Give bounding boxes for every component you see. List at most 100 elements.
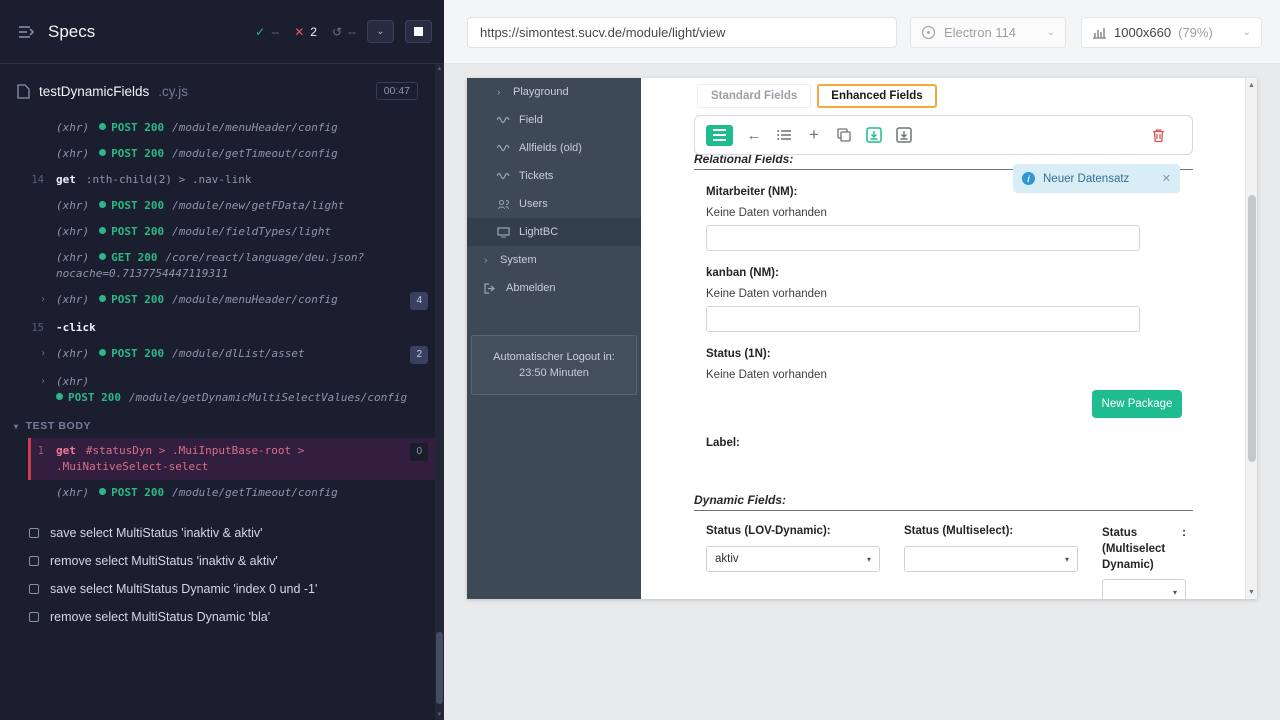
notification-text: Neuer Datensatz <box>1043 173 1129 185</box>
viewport-select[interactable]: 1000x660 (79%) ⌄ <box>1081 17 1262 48</box>
sidebar-item-playground[interactable]: ›Playground <box>467 78 641 106</box>
app-content: Standard Fields Enhanced Fields ← + <box>641 78 1245 599</box>
scrollbar-thumb[interactable] <box>436 632 443 704</box>
pending-tests: save select MultiStatus 'inaktiv & aktiv… <box>0 519 444 631</box>
browser-select[interactable]: Electron 114 ⌄ <box>910 17 1066 48</box>
spec-file-row[interactable]: testDynamicFields.cy.js 00:47 <box>0 77 444 105</box>
chevron-right-icon: › <box>484 255 492 266</box>
add-icon[interactable]: + <box>805 126 823 144</box>
stop-button[interactable] <box>405 20 432 43</box>
expand-chevron-icon[interactable]: › <box>40 346 46 362</box>
pending-stat: ↺-- <box>332 25 356 39</box>
log-entry-command-active[interactable]: 1 get#statusDyn > .MuiInputBase-root > .… <box>28 438 444 480</box>
field-icon <box>497 115 511 125</box>
expand-chevron-icon[interactable]: › <box>40 374 46 390</box>
status-lov-select[interactable]: aktiv▾ <box>706 546 880 572</box>
log-entry-xhr[interactable]: (xhr)POST 200/module/getTimeout/config <box>0 480 444 506</box>
test-block-icon <box>29 528 39 538</box>
pending-test-row[interactable]: save select MultiStatus Dynamic 'index 0… <box>0 575 444 603</box>
delete-icon[interactable] <box>1149 126 1167 144</box>
expand-chevron-icon[interactable]: › <box>40 292 46 308</box>
test-block-icon <box>29 556 39 566</box>
command-log: (xhr)POST 200/module/menuHeader/config (… <box>0 115 444 506</box>
back-icon[interactable]: ← <box>745 126 763 144</box>
status-dot <box>99 349 106 356</box>
viewport-zoom: (79%) <box>1178 25 1213 40</box>
sidebar-item-field[interactable]: Field <box>467 106 641 134</box>
reporter-panel: Specs ✓-- ✕2 ↺-- ⌄ testDynamicFields.cy.… <box>0 0 444 720</box>
log-entry-xhr[interactable]: (xhr)GET 200/core/react/language/deu.jso… <box>0 245 444 287</box>
new-package-button[interactable]: New Package <box>1092 390 1182 418</box>
status-multiselect-select[interactable]: ▾ <box>904 546 1078 572</box>
scroll-up-icon[interactable]: ▲ <box>1246 78 1257 92</box>
export-icon[interactable] <box>895 126 913 144</box>
url-input[interactable]: https://simontest.sucv.de/module/light/v… <box>467 17 897 48</box>
status-dot <box>99 227 106 234</box>
info-icon: i <box>1022 172 1035 185</box>
copy-icon[interactable] <box>835 126 853 144</box>
close-icon[interactable]: ✕ <box>1162 172 1171 185</box>
toast-notification: i Neuer Datensatz ✕ <box>1013 164 1180 193</box>
pending-test-row[interactable]: remove select MultiStatus 'inaktiv & akt… <box>0 547 444 575</box>
kanban-input[interactable] <box>706 306 1140 332</box>
reporter-title: Specs <box>48 22 95 42</box>
status-multiselect-dynamic-label: Status (Multiselect Dynamic) : <box>1102 525 1186 573</box>
log-entry-command[interactable]: 15 -click <box>0 315 444 341</box>
stop-icon <box>414 27 423 36</box>
caret-down-icon: ▾ <box>1173 588 1177 597</box>
log-entry-command[interactable]: 14 get:nth-child(2) > .nav-link <box>0 167 444 193</box>
chevron-down-icon: ⌄ <box>376 26 384 37</box>
caret-down-icon: ▾ <box>1065 555 1069 564</box>
chevron-right-icon: › <box>497 87 505 98</box>
list-icon[interactable] <box>775 126 793 144</box>
log-entry-xhr[interactable]: (xhr)POST 200/module/new/getFData/light <box>0 193 444 219</box>
status-lov-label: Status (LOV-Dynamic): <box>706 525 880 537</box>
sidebar-item-users[interactable]: Users <box>467 190 641 218</box>
passed-stat: ✓-- <box>255 25 279 39</box>
status-dot <box>99 253 106 260</box>
log-entry-xhr[interactable]: ›(xhr)POST 200/module/getDynamicMultiSel… <box>0 369 444 411</box>
save-icon[interactable] <box>865 126 883 144</box>
failed-stat: ✕2 <box>294 25 317 39</box>
log-entry-xhr[interactable]: ›(xhr)POST 200/module/menuHeader/config … <box>0 287 444 315</box>
test-block-icon <box>29 584 39 594</box>
status-1n-empty-text: Keine Daten vorhanden <box>706 369 1245 381</box>
fail-icon: ✕ <box>294 25 304 39</box>
app-sidebar: ›Playground Field Allfields (old) Ticket… <box>467 78 641 599</box>
test-stats: ✓-- ✕2 ↺-- <box>255 25 356 39</box>
menu-button[interactable] <box>706 125 733 146</box>
test-block-icon <box>29 612 39 622</box>
tab-standard-fields[interactable]: Standard Fields <box>697 84 811 108</box>
status-dot <box>99 488 106 495</box>
sidebar-item-tickets[interactable]: Tickets <box>467 162 641 190</box>
logout-icon <box>484 283 498 294</box>
pending-test-row[interactable]: remove select MultiStatus Dynamic 'bla' <box>0 603 444 631</box>
browser-label: Electron 114 <box>944 25 1016 40</box>
sidebar-item-system[interactable]: ›System <box>467 246 641 274</box>
count-badge: 2 <box>410 346 428 364</box>
spec-duration: 00:47 <box>376 82 418 100</box>
tab-enhanced-fields[interactable]: Enhanced Fields <box>817 84 936 108</box>
status-multiselect-dynamic-select[interactable]: ▾ <box>1102 579 1186 599</box>
sidebar-item-abmelden[interactable]: Abmelden <box>467 274 641 302</box>
scroll-up-icon[interactable]: ▲ <box>435 66 444 72</box>
caret-down-icon: ▾ <box>14 422 19 431</box>
electron-icon <box>921 25 936 40</box>
scrollbar-thumb[interactable] <box>1248 195 1256 462</box>
pending-test-row[interactable]: save select MultiStatus 'inaktiv & aktiv… <box>0 519 444 547</box>
sidebar-item-allfields[interactable]: Allfields (old) <box>467 134 641 162</box>
scroll-down-icon[interactable]: ▼ <box>1246 585 1257 599</box>
log-entry-xhr[interactable]: ›(xhr)POST 200/module/dlList/asset 2 <box>0 341 444 369</box>
log-entry-xhr[interactable]: (xhr)POST 200/module/getTimeout/config <box>0 141 444 167</box>
mitarbeiter-input[interactable] <box>706 225 1140 251</box>
scroll-down-icon[interactable]: ▼ <box>435 712 444 718</box>
log-entry-xhr[interactable]: (xhr)POST 200/module/fieldTypes/light <box>0 219 444 245</box>
refresh-icon: ↺ <box>332 25 342 39</box>
test-body-section[interactable]: ▾ TEST BODY <box>0 411 444 438</box>
sidebar-item-lightbc[interactable]: LightBC <box>467 218 641 246</box>
collapse-button[interactable]: ⌄ <box>367 20 394 43</box>
log-entry-xhr[interactable]: (xhr)POST 200/module/menuHeader/config <box>0 115 444 141</box>
specs-menu-icon[interactable] <box>18 25 35 39</box>
dynamic-fields-heading: Dynamic Fields: <box>694 493 1245 507</box>
status-1n-label: Status (1N): <box>706 348 1245 360</box>
